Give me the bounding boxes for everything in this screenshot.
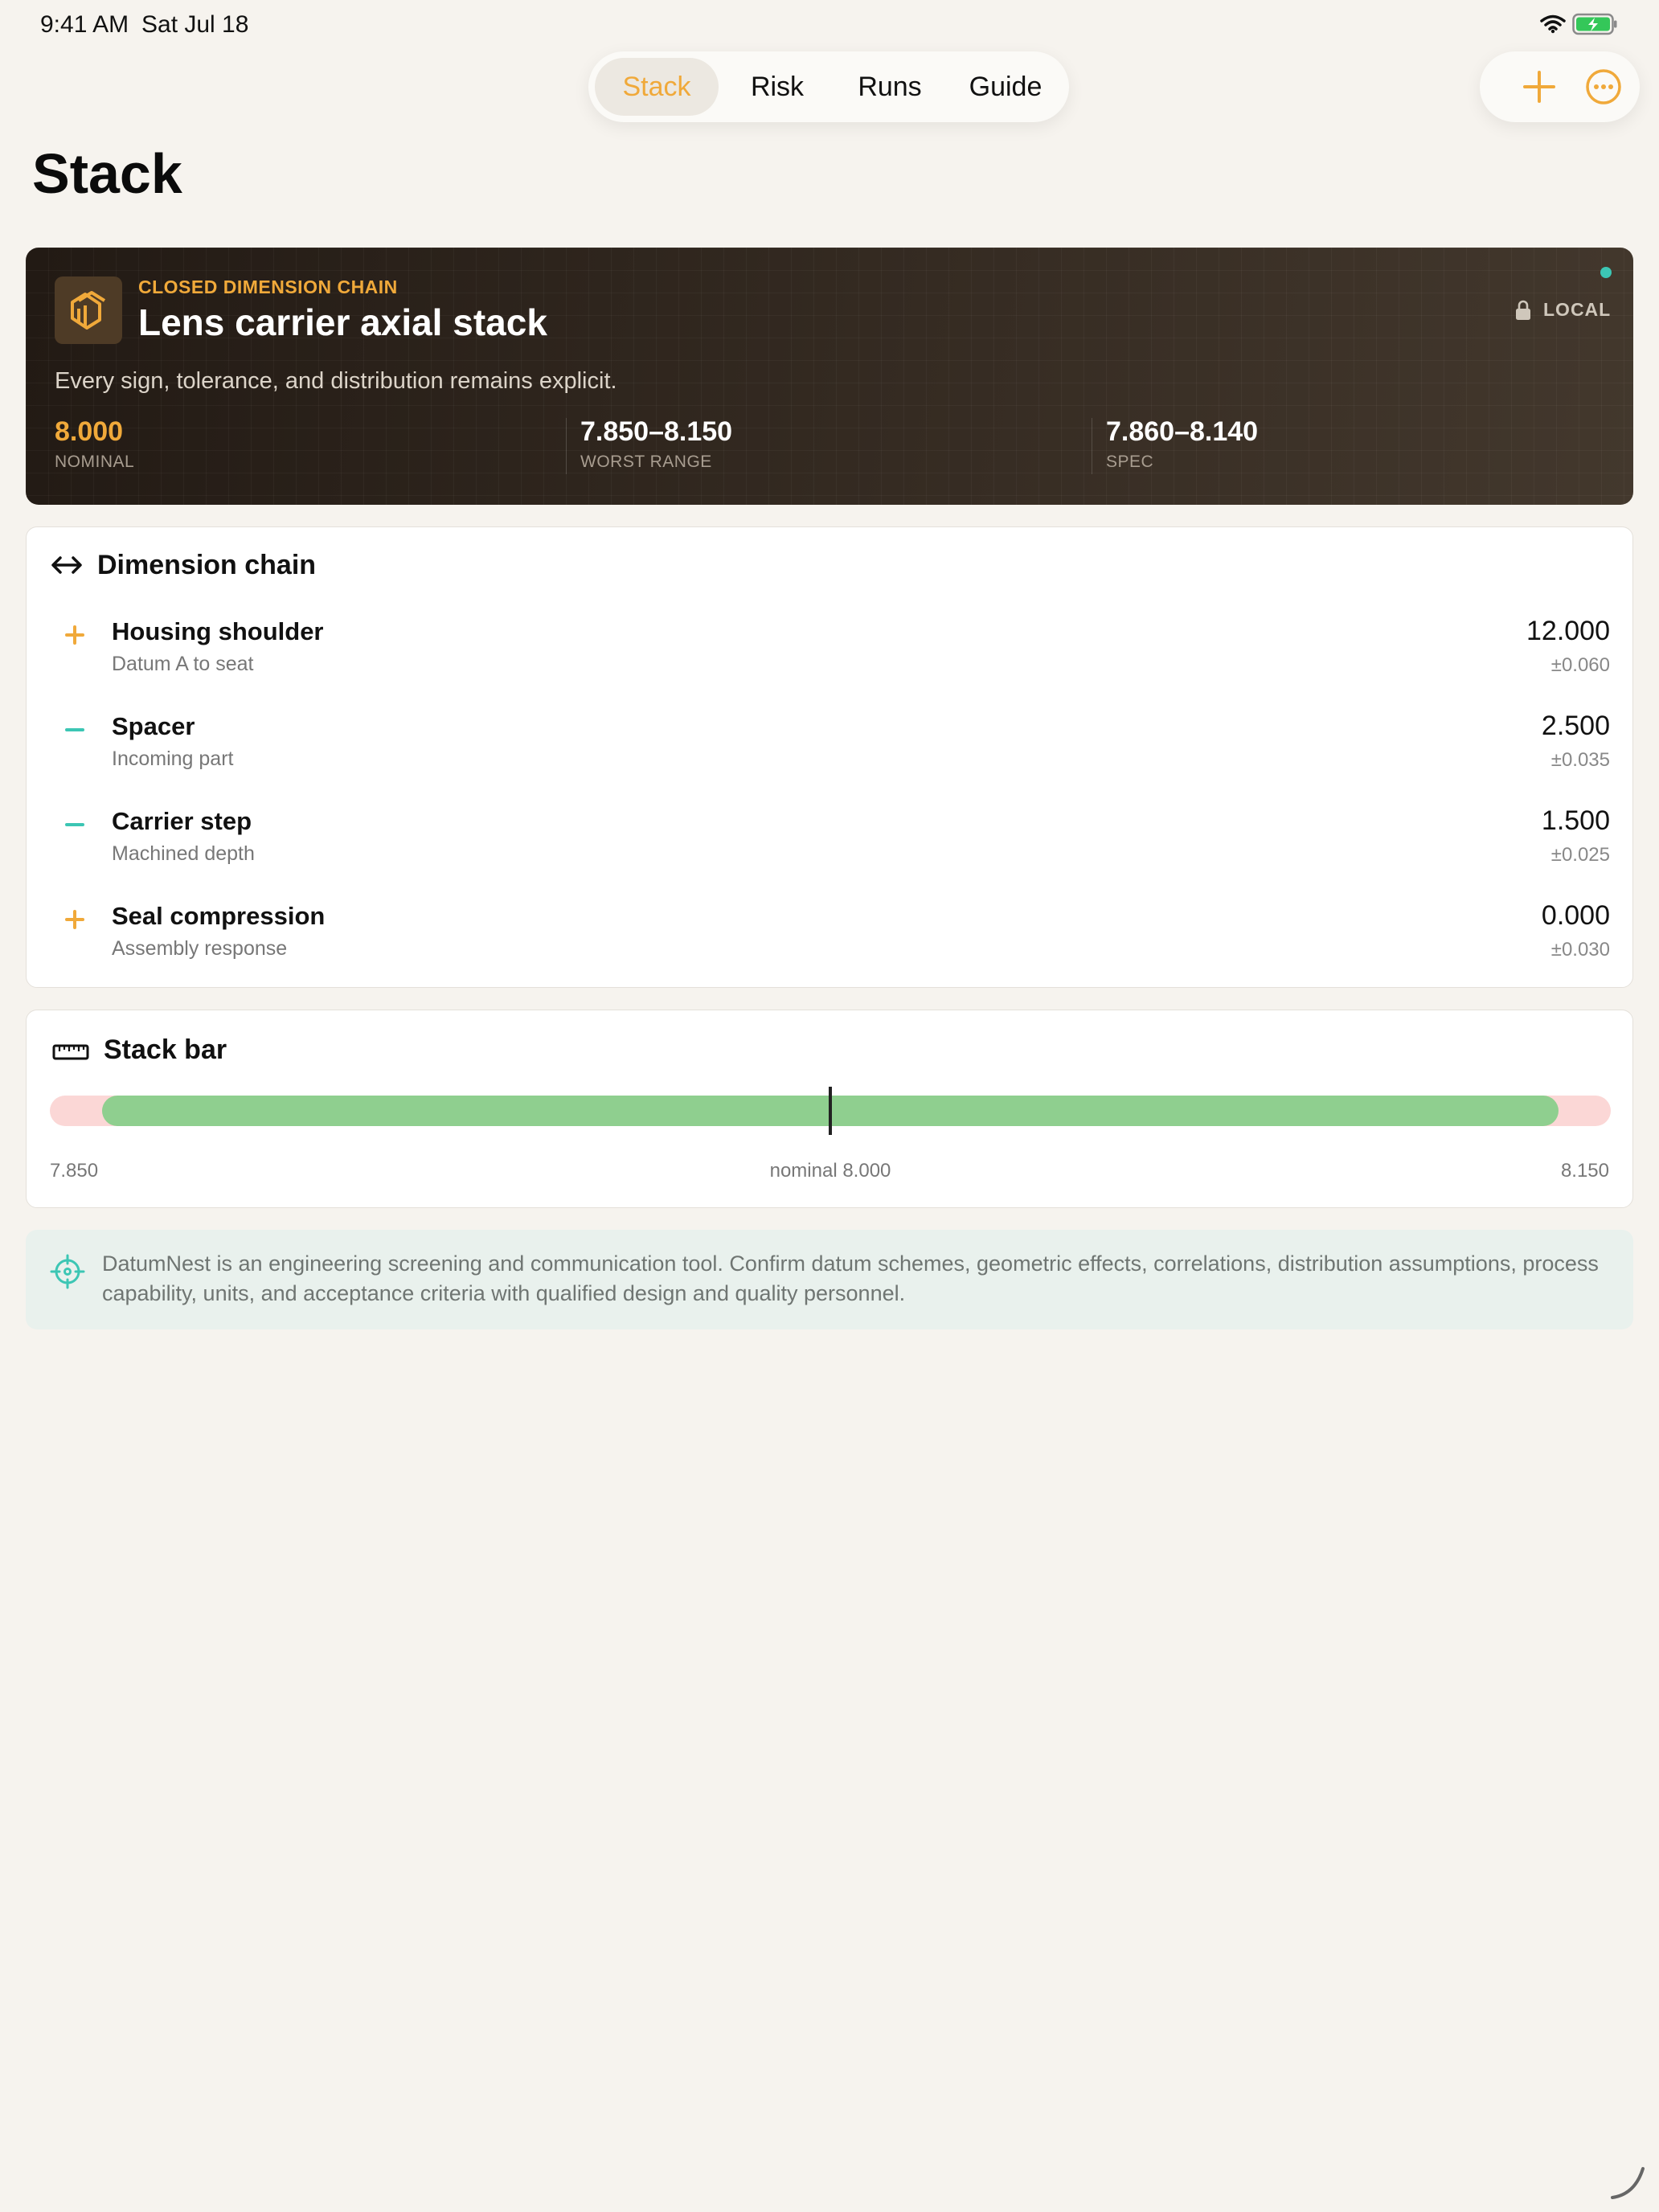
left-right-arrow-icon <box>51 553 83 581</box>
chain-row[interactable]: Spacer Incoming part 2.500 ±0.035 <box>27 706 1634 794</box>
row-name: Spacer <box>112 712 195 740</box>
local-badge: LOCAL <box>1543 299 1612 320</box>
row-tolerance: ±0.025 <box>1550 844 1610 866</box>
metric-worst-range: 7.850–8.150 WORST RANGE <box>580 416 732 472</box>
stack-bar-card: Stack bar 7.850 nominal 8.000 8.150 <box>26 1010 1633 1208</box>
range-min-label: 7.850 <box>50 1160 99 1182</box>
page-title: Stack <box>32 142 182 205</box>
metric-label: WORST RANGE <box>580 453 712 471</box>
row-tolerance: ±0.030 <box>1550 939 1610 961</box>
tab-stack[interactable]: Stack <box>595 58 719 116</box>
row-subtitle: Machined depth <box>112 842 255 865</box>
row-subtitle: Datum A to seat <box>112 653 254 675</box>
stack-bar-title: Stack bar <box>104 1034 227 1065</box>
dimension-chain-card: Dimension chain Housing shoulder Datum A… <box>26 526 1633 988</box>
row-value: 0.000 <box>1541 900 1610 931</box>
disclaimer-text: DatumNest is an engineering screening an… <box>102 1251 1599 1305</box>
tab-risk[interactable]: Risk <box>723 58 831 116</box>
hero-eyebrow: CLOSED DIMENSION CHAIN <box>138 276 398 297</box>
battery-icon <box>1572 13 1619 39</box>
nominal-label: nominal 8.000 <box>769 1160 891 1182</box>
row-subtitle: Assembly response <box>112 937 288 960</box>
chain-row[interactable]: Housing shoulder Datum A to seat 12.000 … <box>27 611 1634 699</box>
crosshair-icon <box>50 1254 85 1293</box>
metric-value: 8.000 <box>55 416 124 447</box>
resize-handle-icon[interactable] <box>1608 2162 1648 2206</box>
range-max-label: 8.150 <box>1560 1160 1609 1182</box>
chain-row[interactable]: Carrier step Machined depth 1.500 ±0.025 <box>27 801 1634 889</box>
toolbar-actions <box>1480 51 1640 122</box>
row-value: 2.500 <box>1541 711 1610 741</box>
plus-icon <box>1523 71 1555 103</box>
row-subtitle: Incoming part <box>112 748 234 770</box>
status-bar: 9:41 AM Sat Jul 18 <box>0 0 1659 51</box>
summary-card: CLOSED DIMENSION CHAIN Lens carrier axia… <box>26 248 1633 505</box>
chain-title: Dimension chain <box>97 550 317 580</box>
add-button[interactable] <box>1517 64 1562 109</box>
metric-divider <box>566 418 567 474</box>
nominal-marker <box>829 1087 832 1135</box>
more-icon <box>1586 69 1621 104</box>
metric-value: 7.850–8.150 <box>580 416 733 447</box>
plus-sign-icon <box>59 903 91 940</box>
tab-guide[interactable]: Guide <box>948 58 1063 116</box>
row-value: 12.000 <box>1526 616 1610 646</box>
stack-icon <box>55 276 122 344</box>
hero-title: Lens carrier axial stack <box>138 301 547 343</box>
row-name: Carrier step <box>112 807 252 835</box>
tab-runs[interactable]: Runs <box>836 58 944 116</box>
row-tolerance: ±0.060 <box>1550 654 1610 676</box>
tab-bar: Stack Risk Runs Guide <box>588 51 1069 122</box>
metric-label: SPEC <box>1106 453 1154 471</box>
wifi-icon <box>1540 14 1566 38</box>
lock-icon <box>1514 300 1532 325</box>
status-date: Sat Jul 18 <box>141 11 249 38</box>
ruler-icon <box>52 1043 89 1066</box>
plus-sign-icon <box>59 619 91 655</box>
status-dot <box>1600 267 1612 278</box>
metric-value: 7.860–8.140 <box>1106 416 1259 447</box>
chain-row[interactable]: Seal compression Assembly response 0.000… <box>27 895 1634 984</box>
hero-description: Every sign, tolerance, and distribution … <box>55 368 617 394</box>
minus-sign-icon <box>59 809 91 845</box>
more-button[interactable] <box>1581 64 1626 109</box>
row-value: 1.500 <box>1541 805 1610 836</box>
minus-sign-icon <box>59 714 91 750</box>
metric-spec: 7.860–8.140 SPEC <box>1106 416 1258 472</box>
disclaimer-note: DatumNest is an engineering screening an… <box>26 1230 1633 1329</box>
row-tolerance: ±0.035 <box>1550 749 1610 771</box>
row-name: Housing shoulder <box>112 617 324 645</box>
row-name: Seal compression <box>112 902 326 930</box>
metric-nominal: 8.000 NOMINAL <box>55 416 134 472</box>
status-time: 9:41 AM <box>40 11 129 38</box>
metric-label: NOMINAL <box>55 453 135 471</box>
